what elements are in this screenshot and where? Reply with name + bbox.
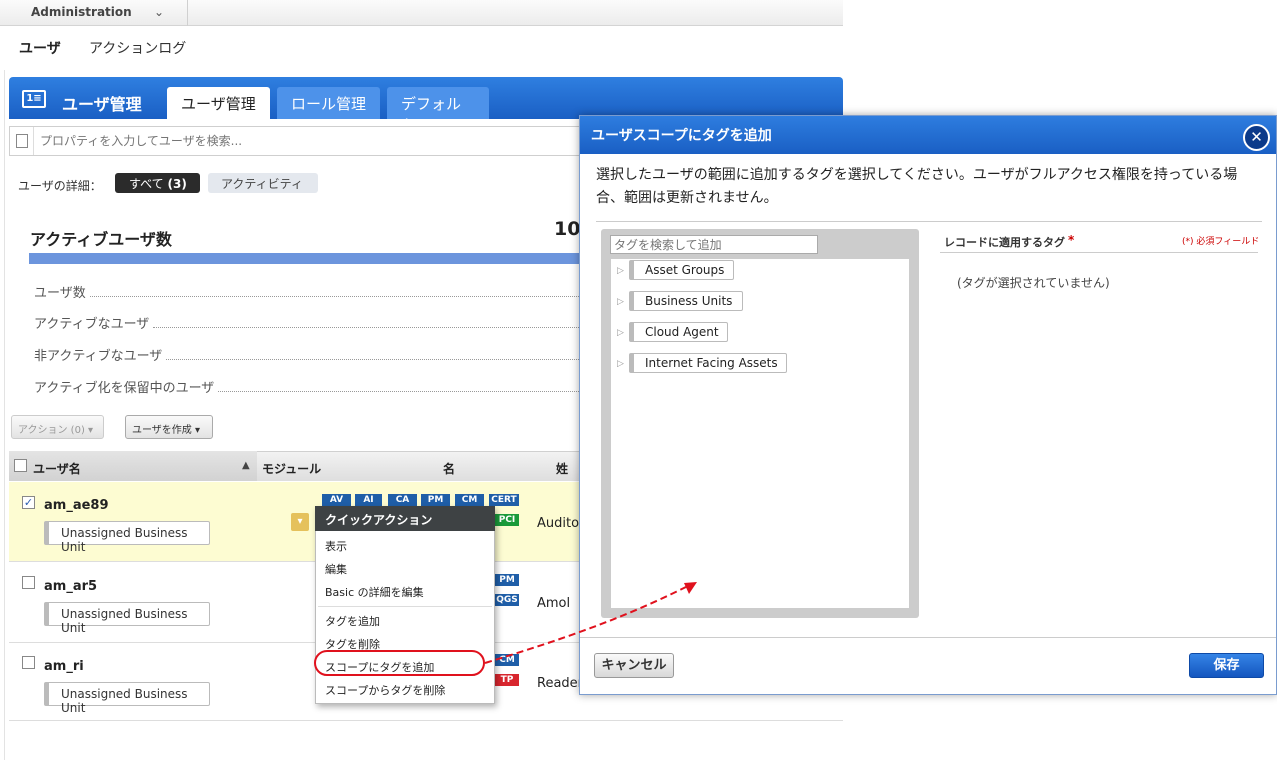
annotation-arrow	[484, 582, 697, 664]
